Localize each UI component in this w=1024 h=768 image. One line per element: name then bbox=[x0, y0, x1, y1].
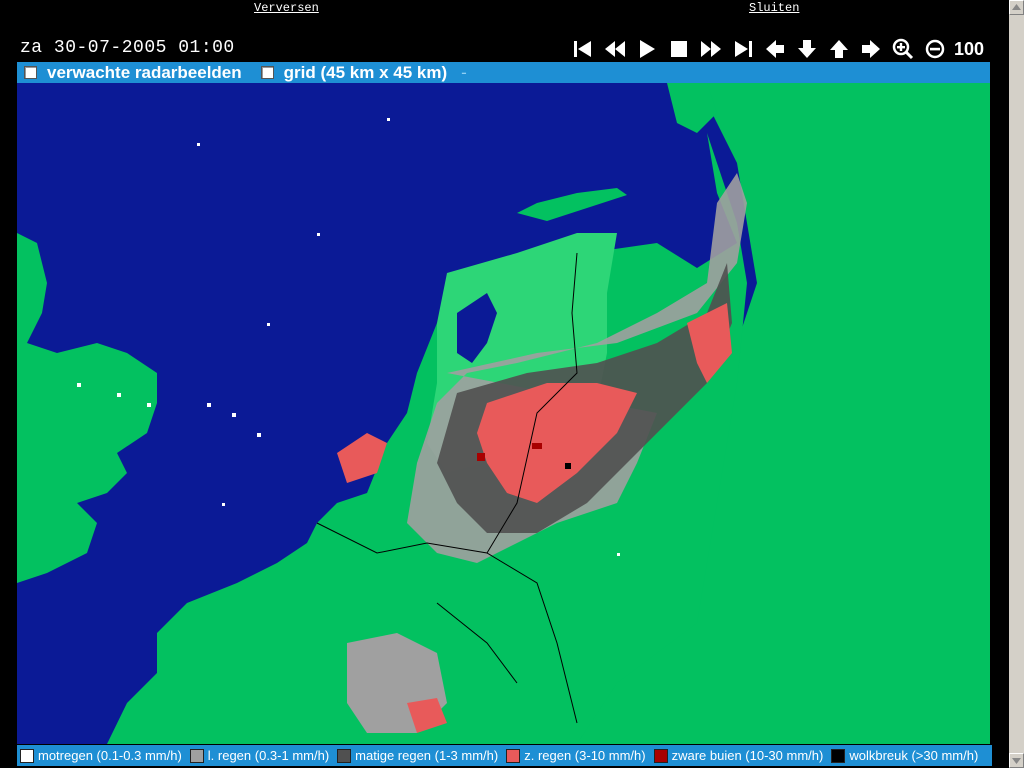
radar-map[interactable] bbox=[17, 83, 990, 744]
legend-swatch bbox=[506, 748, 521, 763]
stop-button[interactable] bbox=[666, 38, 692, 60]
legend-label: z. regen (3-10 mm/h) bbox=[524, 748, 646, 763]
legend-label: wolkbreuk (>30 mm/h) bbox=[849, 748, 979, 763]
grid-checkbox[interactable] bbox=[260, 66, 274, 79]
scroll-down-button[interactable] bbox=[1009, 753, 1024, 768]
fast-forward-icon bbox=[700, 38, 722, 60]
pan-up-button[interactable] bbox=[826, 38, 852, 60]
legend-swatch bbox=[653, 748, 668, 763]
rain-cloudburst bbox=[565, 463, 571, 469]
pan-down-button[interactable] bbox=[794, 38, 820, 60]
scroll-down-icon bbox=[1010, 754, 1023, 767]
skip-first-icon bbox=[572, 38, 594, 60]
grid-label: grid (45 km x 45 km) bbox=[283, 62, 448, 82]
option-bar: verwachte radarbeelden grid (45 km x 45 … bbox=[17, 62, 990, 83]
legend-item-drizzle: motregen (0.1-0.3 mm/h) bbox=[20, 748, 182, 763]
zoom-level: 100 bbox=[954, 38, 985, 59]
rewind-icon bbox=[604, 38, 626, 60]
fast-forward-button[interactable] bbox=[698, 38, 724, 60]
skip-last-button[interactable] bbox=[730, 38, 756, 60]
legend-item-heavy-rain: z. regen (3-10 mm/h) bbox=[506, 748, 646, 763]
option-forecast-radar[interactable]: verwachte radarbeelden bbox=[24, 63, 242, 83]
legend-swatch bbox=[831, 748, 846, 763]
zoom-out-button[interactable] bbox=[922, 38, 948, 60]
rain-very-heavy-1 bbox=[477, 453, 485, 461]
skip-first-button[interactable] bbox=[570, 38, 596, 60]
legend-label: motregen (0.1-0.3 mm/h) bbox=[38, 748, 182, 763]
legend-swatch bbox=[337, 748, 352, 763]
legend-swatch bbox=[20, 748, 34, 763]
vertical-scrollbar[interactable] bbox=[1009, 0, 1024, 768]
close-link[interactable]: Sluiten bbox=[749, 1, 799, 15]
pan-right-button[interactable] bbox=[858, 38, 884, 60]
zoom-in-button[interactable] bbox=[890, 38, 916, 60]
stop-icon bbox=[668, 38, 690, 60]
legend-item-heavy-showers: zware buien (10-30 mm/h) bbox=[653, 748, 824, 763]
pan-up-icon bbox=[828, 38, 850, 60]
timestamp: za 30-07-2005 01:00 bbox=[20, 38, 235, 58]
legend-swatch bbox=[189, 748, 204, 763]
scroll-up-button[interactable] bbox=[1009, 0, 1024, 15]
rain-very-heavy-2 bbox=[532, 443, 542, 449]
legend-label: zware buien (10-30 mm/h) bbox=[671, 748, 824, 763]
legend-item-cloudburst: wolkbreuk (>30 mm/h) bbox=[831, 748, 978, 763]
zoom-out-icon bbox=[924, 38, 946, 60]
forecast-radar-checkbox[interactable] bbox=[24, 66, 37, 79]
pan-right-icon bbox=[860, 38, 882, 60]
pan-left-button[interactable] bbox=[762, 38, 788, 60]
scroll-up-icon bbox=[1010, 1, 1023, 14]
play-icon bbox=[636, 38, 658, 60]
playback-controls: 100 bbox=[570, 37, 984, 61]
pan-down-icon bbox=[796, 38, 818, 60]
forecast-radar-label: verwachte radarbeelden bbox=[47, 62, 242, 82]
legend-bar: motregen (0.1-0.3 mm/h) l. regen (0.3-1 … bbox=[17, 745, 992, 766]
legend-item-moderate-rain: matige regen (1-3 mm/h) bbox=[337, 748, 498, 763]
play-button[interactable] bbox=[634, 38, 660, 60]
option-grid[interactable]: grid (45 km x 45 km) bbox=[260, 62, 448, 83]
legend-label: matige regen (1-3 mm/h) bbox=[355, 748, 499, 763]
zoom-in-icon bbox=[892, 38, 914, 60]
option-trailer: - bbox=[461, 62, 467, 82]
legend-label: l. regen (0.3-1 mm/h) bbox=[207, 748, 330, 763]
refresh-link[interactable]: Verversen bbox=[254, 1, 319, 15]
legend-item-light-rain: l. regen (0.3-1 mm/h) bbox=[189, 748, 330, 763]
skip-last-icon bbox=[732, 38, 754, 60]
pan-left-icon bbox=[764, 38, 786, 60]
rewind-button[interactable] bbox=[602, 38, 628, 60]
radar-map-image bbox=[17, 83, 990, 744]
